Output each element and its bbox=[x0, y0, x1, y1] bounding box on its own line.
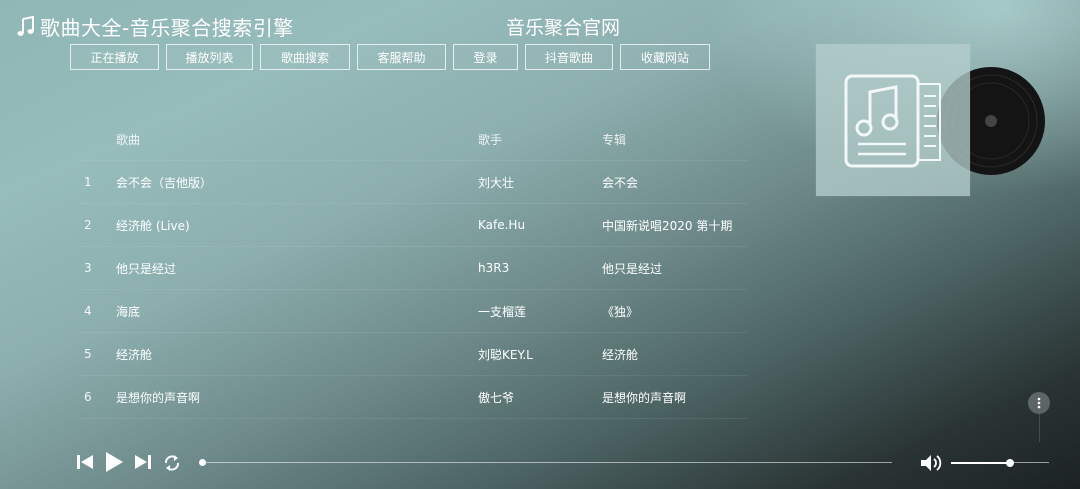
album-name[interactable]: 他只是经过 bbox=[602, 260, 748, 277]
album-name[interactable]: 经济舱 bbox=[602, 346, 748, 363]
player-bar bbox=[0, 444, 1080, 489]
playlist-button[interactable]: 播放列表 bbox=[166, 44, 253, 70]
song-name[interactable]: 经济舱 bbox=[116, 346, 478, 363]
table-row[interactable]: 5 经济舱 刘聪KEY.L 经济舱 bbox=[78, 333, 748, 376]
skip-previous-icon[interactable] bbox=[76, 453, 94, 471]
playlist-table: 歌曲 歌手 专辑 1 会不会（吉他版） 刘大壮 会不会 2 经济舱 (Live)… bbox=[78, 118, 748, 419]
row-number: 3 bbox=[84, 261, 92, 275]
artist-name[interactable]: 一支榴莲 bbox=[478, 303, 602, 320]
column-song: 歌曲 bbox=[116, 132, 141, 147]
song-name[interactable]: 海底 bbox=[116, 303, 478, 320]
album-name[interactable]: 是想你的声音啊 bbox=[602, 389, 748, 406]
music-note-icon bbox=[17, 15, 34, 36]
album-name[interactable]: 中国新说唱2020 第十期 bbox=[602, 217, 748, 234]
progress-handle[interactable] bbox=[199, 459, 206, 466]
table-row[interactable]: 6 是想你的声音啊 傲七爷 是想你的声音啊 bbox=[78, 376, 748, 419]
site-title: 音乐聚合官网 bbox=[506, 17, 621, 39]
artist-name[interactable]: 傲七爷 bbox=[478, 389, 602, 406]
row-number: 6 bbox=[84, 390, 92, 404]
song-name[interactable]: 是想你的声音啊 bbox=[116, 389, 478, 406]
login-button[interactable]: 登录 bbox=[453, 44, 518, 70]
loop-icon[interactable] bbox=[162, 454, 182, 472]
table-row[interactable]: 2 经济舱 (Live) Kafe.Hu 中国新说唱2020 第十期 bbox=[78, 204, 748, 247]
volume-handle[interactable] bbox=[1005, 459, 1014, 467]
artist-name[interactable]: Kafe.Hu bbox=[478, 218, 602, 232]
douyin-songs-button[interactable]: 抖音歌曲 bbox=[525, 44, 613, 70]
row-number: 4 bbox=[84, 304, 92, 318]
app-title: 歌曲大全-音乐聚合搜索引擎 bbox=[40, 16, 294, 40]
bookmark-site-button[interactable]: 收藏网站 bbox=[620, 44, 710, 70]
volume-icon[interactable] bbox=[920, 454, 942, 472]
app-brand: 歌曲大全-音乐聚合搜索引擎 bbox=[16, 12, 294, 41]
play-icon[interactable] bbox=[104, 451, 124, 473]
table-header: 歌曲 歌手 专辑 bbox=[78, 118, 748, 161]
row-number: 2 bbox=[84, 218, 92, 232]
row-number: 1 bbox=[84, 175, 92, 189]
song-name[interactable]: 经济舱 (Live) bbox=[116, 217, 478, 234]
table-row[interactable]: 4 海底 一支榴莲 《独》 bbox=[78, 290, 748, 333]
artist-name[interactable]: 刘大壮 bbox=[478, 174, 602, 191]
dots-icon bbox=[1037, 397, 1041, 409]
top-nav: 正在播放 播放列表 歌曲搜索 客服帮助 登录 抖音歌曲 收藏网站 bbox=[70, 44, 710, 70]
customer-help-button[interactable]: 客服帮助 bbox=[357, 44, 446, 70]
table-row[interactable]: 3 他只是经过 h3R3 他只是经过 bbox=[78, 247, 748, 290]
song-name[interactable]: 会不会（吉他版） bbox=[116, 174, 478, 191]
album-name[interactable]: 会不会 bbox=[602, 174, 748, 191]
music-album-placeholder-icon bbox=[844, 74, 941, 168]
now-playing-button[interactable]: 正在播放 bbox=[70, 44, 159, 70]
table-row[interactable]: 1 会不会（吉他版） 刘大壮 会不会 bbox=[78, 161, 748, 204]
skip-next-icon[interactable] bbox=[134, 453, 152, 471]
more-vertical-icon[interactable] bbox=[1028, 392, 1050, 414]
album-name[interactable]: 《独》 bbox=[602, 303, 748, 320]
column-artist: 歌手 bbox=[478, 132, 503, 147]
volume-fill bbox=[951, 461, 1010, 464]
row-number: 5 bbox=[84, 347, 92, 361]
artist-name[interactable]: h3R3 bbox=[478, 261, 602, 275]
column-album: 专辑 bbox=[602, 132, 627, 147]
song-name[interactable]: 他只是经过 bbox=[116, 260, 478, 277]
divider bbox=[1039, 414, 1040, 442]
volume-slider[interactable] bbox=[951, 459, 1049, 467]
artist-name[interactable]: 刘聪KEY.L bbox=[478, 346, 602, 363]
song-search-button[interactable]: 歌曲搜索 bbox=[260, 44, 350, 70]
progress-bar[interactable] bbox=[199, 459, 892, 466]
album-cover bbox=[816, 44, 970, 196]
album-cover-area bbox=[816, 44, 1045, 196]
